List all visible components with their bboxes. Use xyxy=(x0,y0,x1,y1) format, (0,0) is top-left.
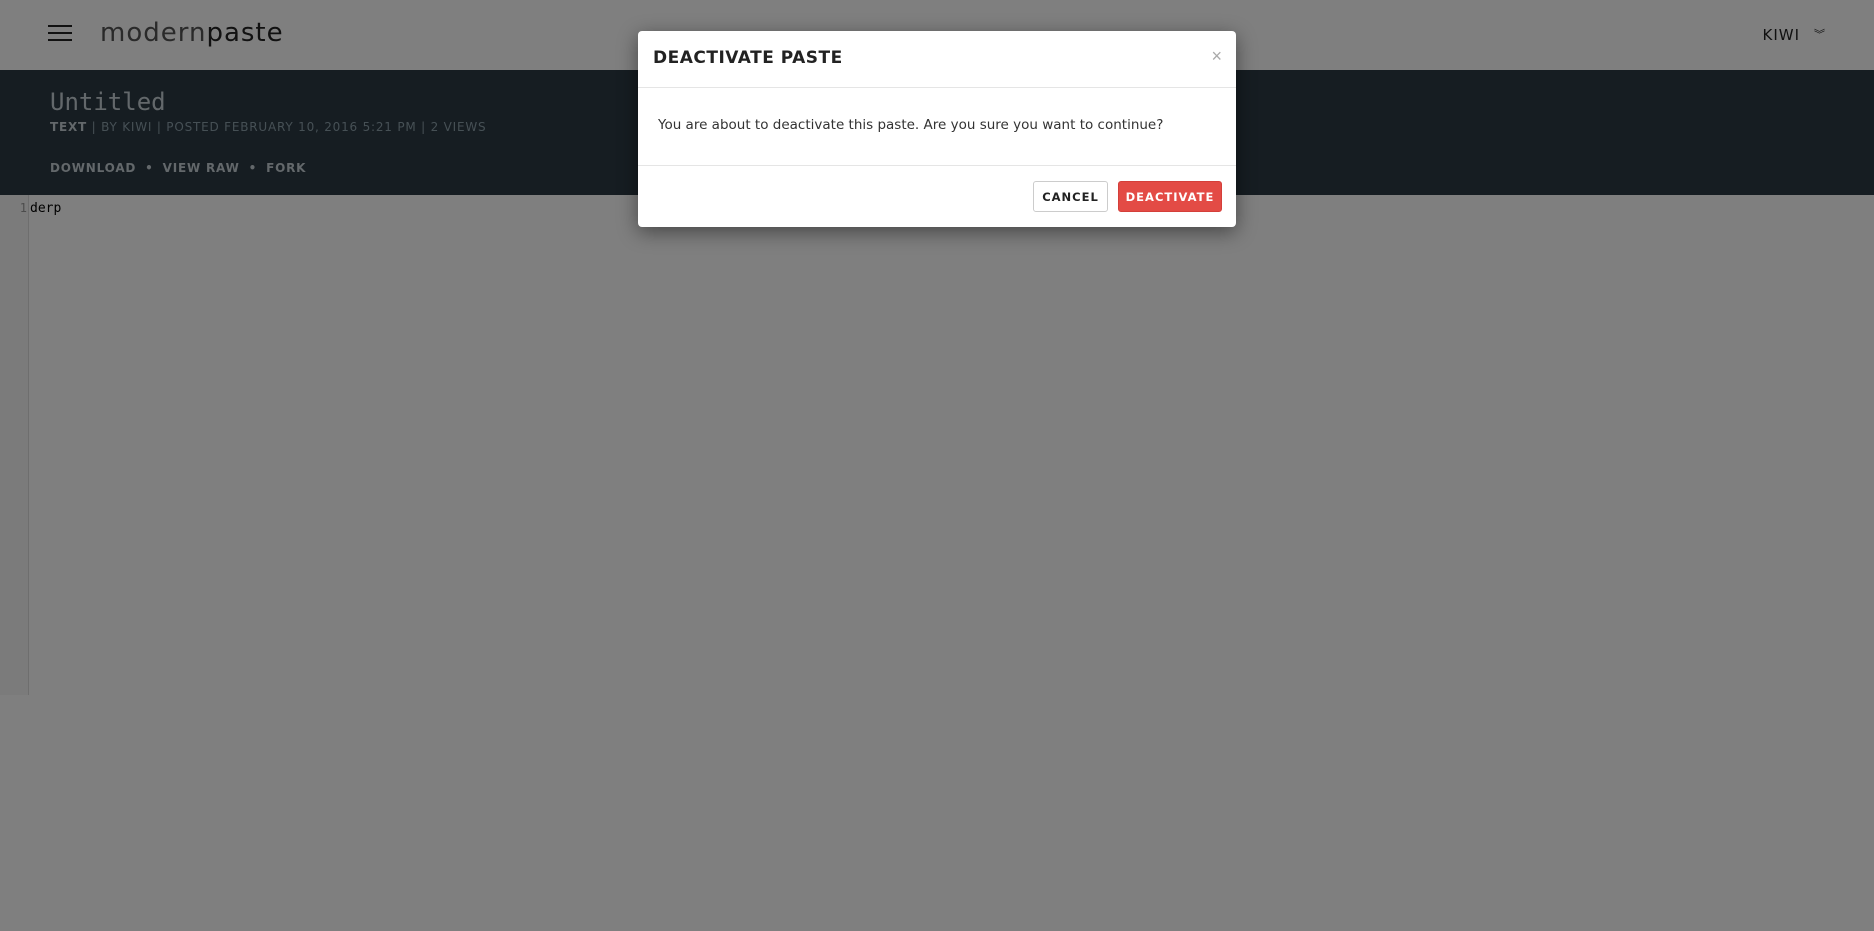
close-icon[interactable]: × xyxy=(1211,47,1222,65)
deactivate-modal: DEACTIVATE PASTE × You are about to deac… xyxy=(638,31,1236,227)
modal-footer: CANCEL DEACTIVATE xyxy=(638,166,1236,226)
modal-message: You are about to deactivate this paste. … xyxy=(658,117,1164,133)
modal-body: You are about to deactivate this paste. … xyxy=(638,88,1236,166)
modal-title: DEACTIVATE PASTE xyxy=(653,48,843,68)
modal-header: DEACTIVATE PASTE × xyxy=(638,31,1236,88)
deactivate-button[interactable]: DEACTIVATE xyxy=(1118,181,1222,212)
cancel-button[interactable]: CANCEL xyxy=(1033,181,1108,212)
